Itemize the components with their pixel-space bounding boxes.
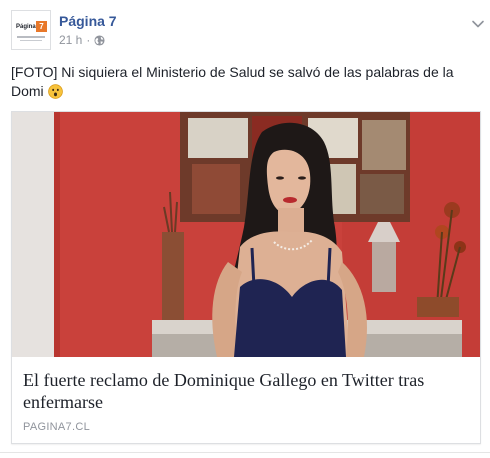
surprised-face-emoji-icon [47,84,63,99]
meta-separator: · [86,33,91,47]
link-preview-card[interactable]: El fuerte reclamo de Dominique Gallego e… [11,111,481,444]
link-preview-image[interactable] [12,112,480,357]
chevron-down-icon[interactable] [470,16,486,32]
link-preview-domain: PAGINA7.CL [23,421,90,433]
post-divider [0,452,490,453]
page-name-link[interactable]: Página 7 [59,13,117,29]
page-avatar[interactable]: Página 7 [11,10,51,50]
post-header: Página 7 Página 7 21 h · [11,8,484,52]
link-preview-title[interactable]: El fuerte reclamo de Dominique Gallego e… [23,369,471,413]
post-timestamp[interactable]: 21 h [59,33,82,47]
avatar-logo-line [17,36,45,38]
globe-icon[interactable] [94,34,105,46]
facebook-post: Página 7 Página 7 21 h · [FOTO] Ni siqui… [0,0,490,458]
post-text: [FOTO] Ni siquiera el Ministerio de Salu… [11,63,479,101]
post-text-content: [FOTO] Ni siquiera el Ministerio de Salu… [11,64,454,99]
avatar-logo-line [20,40,42,41]
post-meta: 21 h · [59,33,105,47]
avatar-logo-text: Página [16,24,36,30]
link-preview-body[interactable]: El fuerte reclamo de Dominique Gallego e… [12,357,480,443]
avatar-logo-badge: 7 [36,21,47,32]
